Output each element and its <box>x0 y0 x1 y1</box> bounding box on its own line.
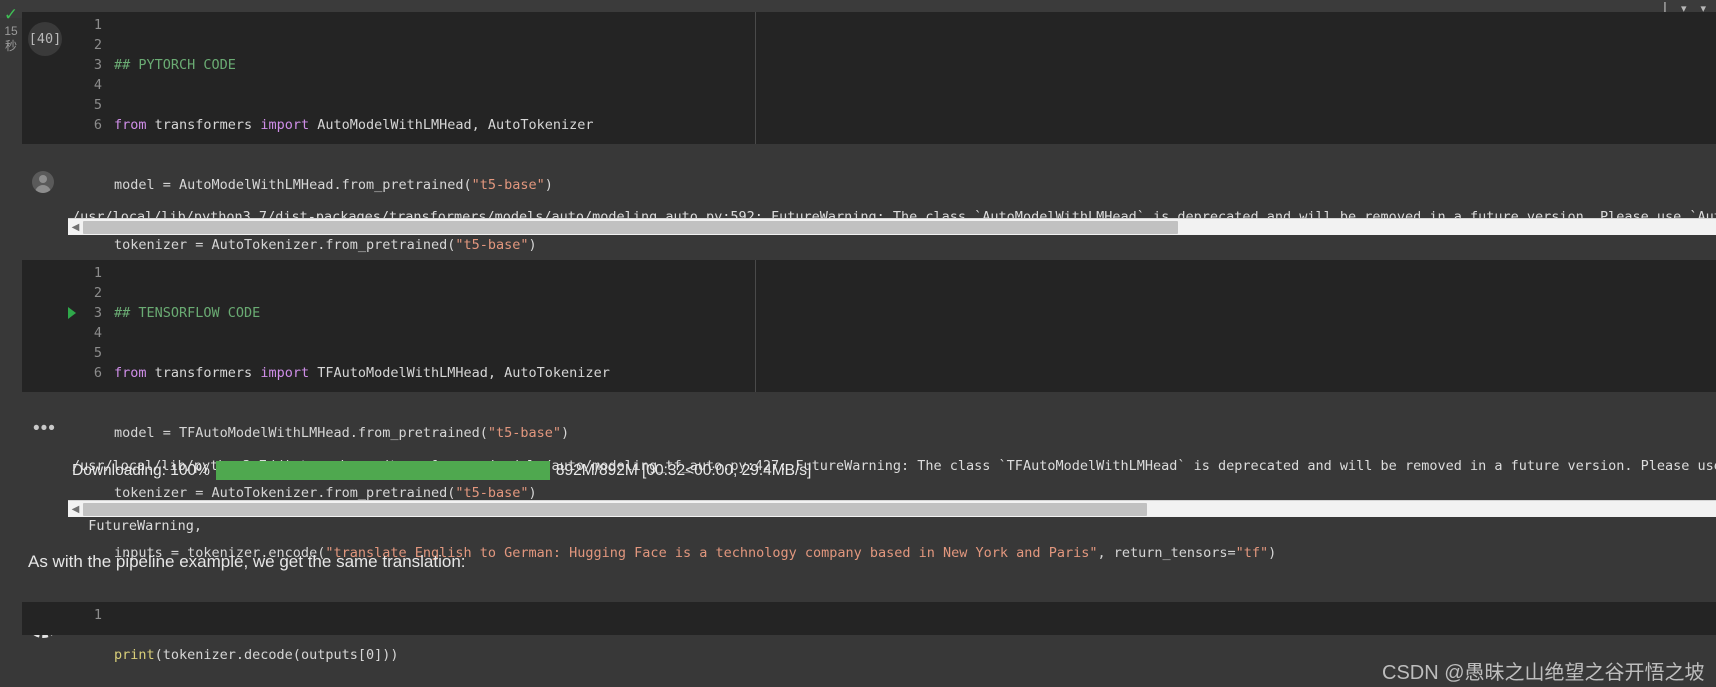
cell1-run-status: ✓ 15 秒 <box>0 6 22 54</box>
success-check-icon: ✓ <box>3 5 19 24</box>
current-line-marker-icon <box>68 307 76 319</box>
download-progress-label: Downloading: 100% <box>72 461 210 479</box>
avatar-body-shape <box>35 185 51 193</box>
download-progress-row: Downloading: 100% 892M/892M [00:32<00:00… <box>72 461 811 480</box>
scrollbar-thumb[interactable] <box>83 220 1178 234</box>
scroll-left-arrow-icon[interactable]: ◀ <box>68 219 83 236</box>
line-number: 5 <box>93 97 102 113</box>
code-cell-print[interactable]: 1 print(tokenizer.decode(outputs[0])) <box>22 602 1716 663</box>
code-line-1: ## PYTORCH CODE <box>114 57 236 73</box>
cell1-execution-count[interactable]: [40] <box>28 22 62 56</box>
line-number: 2 <box>93 37 102 53</box>
output-translation: Hugging Face ist ein Technologieunterneh… <box>68 655 678 687</box>
cell1-line-numbers: 1 2 3 4 5 6 <box>68 12 102 135</box>
line-number: 4 <box>93 325 102 341</box>
notebook-page: | ▾ ▾ ✓ 15 秒 [40] 1 2 3 4 5 6 ## PYTORCH… <box>0 0 1716 687</box>
scroll-left-arrow-icon[interactable]: ◀ <box>68 501 83 518</box>
avatar-head-shape <box>39 175 47 183</box>
output-more-icon[interactable]: ••• <box>33 419 56 438</box>
code-line-2: from transformers import AutoModelWithLM… <box>114 117 594 133</box>
output-line: FutureWarning, <box>72 518 203 534</box>
code-cell-tensorflow[interactable]: 1 2 3 4 5 6 ## TENSORFLOW CODE from tran… <box>22 260 1716 621</box>
download-progress-stats: 892M/892M [00:32<00:00, 29.4MB/s] <box>555 461 812 479</box>
line-number: 6 <box>93 117 102 133</box>
output-author-avatar <box>32 171 54 193</box>
output-horizontal-scrollbar-1[interactable]: ◀ <box>68 218 1716 235</box>
cell2-line-numbers: 1 2 3 4 5 6 <box>68 260 102 383</box>
cell1-elapsed-value: 15 <box>4 24 18 38</box>
line-number: 4 <box>93 77 102 93</box>
code-line-2: from transformers import TFAutoModelWith… <box>114 365 610 381</box>
code-line-1: ## TENSORFLOW CODE <box>114 305 261 321</box>
line-number: 3 <box>93 57 102 73</box>
markdown-paragraph: As with the pipeline example, we get the… <box>28 552 466 571</box>
line-number: 6 <box>93 365 102 381</box>
watermark: CSDN @愚昧之山绝望之谷开悟之坡 <box>1382 662 1705 684</box>
cell1-elapsed-unit: 秒 <box>4 39 17 53</box>
scrollbar-thumb[interactable] <box>83 502 1147 516</box>
download-progress-bar <box>215 461 550 480</box>
output-horizontal-scrollbar-2[interactable]: ◀ <box>68 500 1716 517</box>
line-number: 1 <box>93 265 102 281</box>
cell3-line-numbers: 1 <box>68 602 102 625</box>
line-number: 1 <box>93 17 102 33</box>
code-cell-pytorch[interactable]: [40] 1 2 3 4 5 6 ## PYTORCH CODE from tr… <box>22 12 1716 373</box>
line-number: 1 <box>93 607 102 623</box>
line-number: 2 <box>93 285 102 301</box>
line-number: 5 <box>93 345 102 361</box>
